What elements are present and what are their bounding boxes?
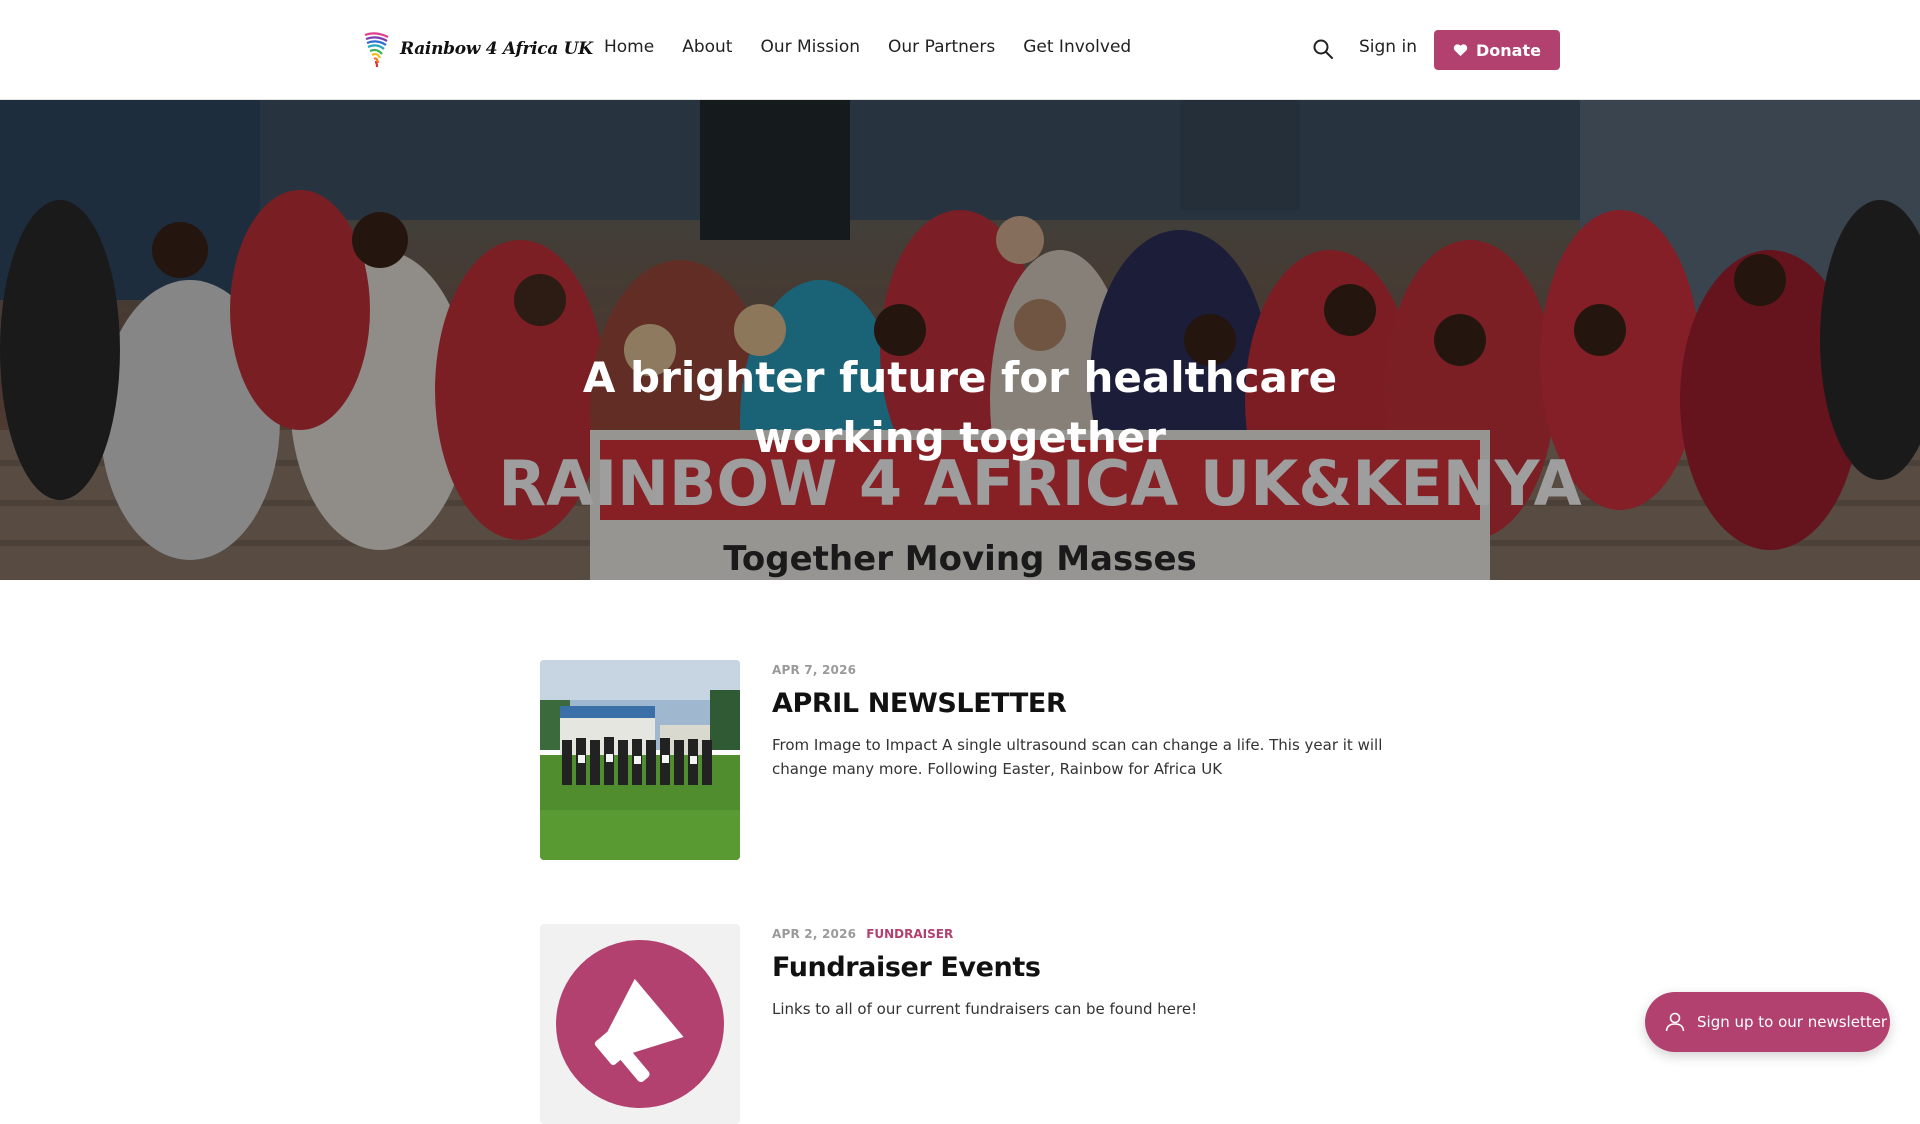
logo-text: Rainbow 4 Africa UK xyxy=(400,39,593,59)
post-body: APR 7, 2026 APRIL NEWSLETTER From Image … xyxy=(772,660,1420,781)
donate-label: Donate xyxy=(1476,40,1541,60)
megaphone-icon xyxy=(556,940,724,1108)
post-image-group-photo xyxy=(540,660,740,860)
rainbow-africa-logo-icon xyxy=(364,32,389,68)
user-icon xyxy=(1665,1012,1685,1032)
post-date: APR 2, 2026 xyxy=(772,927,857,941)
main-nav: Home About Our Mission Our Partners Get … xyxy=(604,37,1131,57)
hero-overlay xyxy=(0,100,1920,580)
nav-our-partners[interactable]: Our Partners xyxy=(888,37,995,57)
post-card: APR 7, 2026 APRIL NEWSLETTER From Image … xyxy=(540,660,1420,860)
nav-our-mission[interactable]: Our Mission xyxy=(760,37,860,57)
site-header: Rainbow 4 Africa UK Home About Our Missi… xyxy=(0,0,1920,100)
search-button[interactable] xyxy=(1312,38,1334,60)
nav-get-involved[interactable]: Get Involved xyxy=(1023,37,1131,57)
post-meta: APR 7, 2026 xyxy=(772,660,1420,680)
post-thumbnail[interactable] xyxy=(540,924,740,1124)
newsletter-label: Sign up to our newsletter xyxy=(1697,1013,1888,1031)
post-card: APR 2, 2026 FUNDRAISER Fundraiser Events… xyxy=(540,924,1420,1124)
post-excerpt: From Image to Impact A single ultrasound… xyxy=(772,736,1383,778)
post-title[interactable]: APRIL NEWSLETTER xyxy=(772,688,1420,719)
hero-title: A brighter future for healthcare working… xyxy=(460,348,1460,468)
post-category-tag[interactable]: FUNDRAISER xyxy=(866,927,953,941)
donate-button[interactable]: Donate xyxy=(1434,30,1560,70)
sign-in-link[interactable]: Sign in xyxy=(1359,37,1417,57)
post-meta: APR 2, 2026 FUNDRAISER xyxy=(772,924,1420,944)
post-excerpt: Links to all of our current fundraisers … xyxy=(772,1000,1198,1018)
nav-home[interactable]: Home xyxy=(604,37,654,57)
post-body: APR 2, 2026 FUNDRAISER Fundraiser Events… xyxy=(772,924,1420,1021)
newsletter-signup-button[interactable]: Sign up to our newsletter xyxy=(1645,992,1890,1052)
hero-section: RAINBOW 4 AFRICA UK&KENYA Together Movin… xyxy=(0,100,1920,580)
nav-about[interactable]: About xyxy=(682,37,732,57)
search-icon xyxy=(1313,39,1333,59)
hero-title-line-2: working together xyxy=(754,413,1166,462)
post-thumbnail[interactable] xyxy=(540,660,740,860)
hero-title-line-1: A brighter future for healthcare xyxy=(582,353,1338,402)
heart-icon xyxy=(1453,44,1468,57)
site-logo[interactable]: Rainbow 4 Africa UK xyxy=(362,29,593,69)
post-title[interactable]: Fundraiser Events xyxy=(772,952,1420,983)
post-date: APR 7, 2026 xyxy=(772,663,857,677)
